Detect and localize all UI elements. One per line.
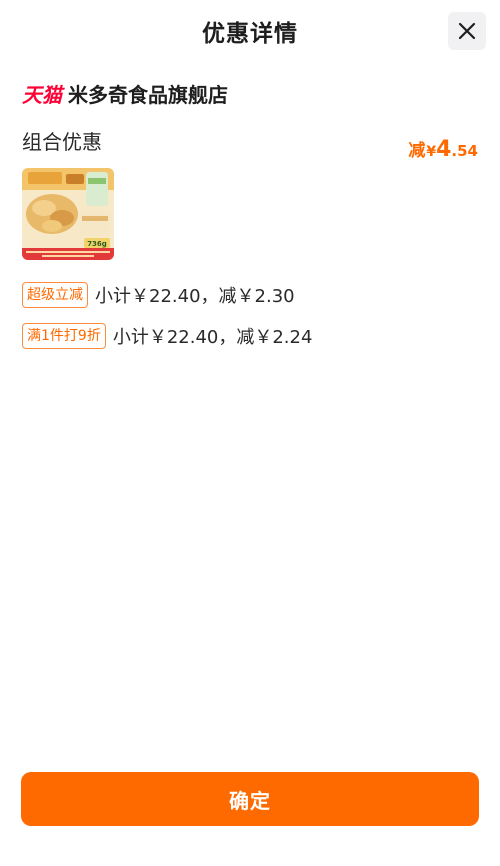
discount-prefix: 减: [408, 141, 426, 161]
combo-discount-label: 组合优惠: [22, 130, 102, 154]
discount-decimal: .54: [451, 142, 478, 160]
promotion-tag: 满1件打9折: [22, 323, 106, 349]
product-image[interactable]: 736g: [22, 168, 114, 260]
promotion-row: 超级立减 小计￥22.40，减￥2.30: [22, 282, 295, 308]
modal-header: 优惠详情: [0, 0, 500, 64]
discount-integer: 4: [436, 137, 452, 162]
combo-discount-amount: 减 ¥ 4 .54: [408, 136, 478, 162]
confirm-button[interactable]: 确定: [21, 772, 479, 826]
close-button[interactable]: [448, 12, 486, 50]
store-name: 米多奇食品旗舰店: [68, 82, 228, 107]
tmall-logo: 天猫: [22, 82, 62, 107]
product-weight-label: 736g: [87, 240, 107, 248]
promotion-detail: 小计￥22.40，减￥2.24: [112, 327, 313, 348]
store-row: 天猫 米多奇食品旗舰店: [22, 78, 228, 108]
promotion-row: 满1件打9折 小计￥22.40，减￥2.24: [22, 323, 312, 349]
discount-currency: ¥: [426, 144, 437, 160]
promotion-tag: 超级立减: [22, 282, 88, 308]
promotion-detail: 小计￥22.40，减￥2.30: [95, 286, 295, 307]
close-icon: [458, 22, 476, 40]
page-title: 优惠详情: [202, 21, 298, 47]
snack-product-image: 736g: [22, 168, 114, 260]
